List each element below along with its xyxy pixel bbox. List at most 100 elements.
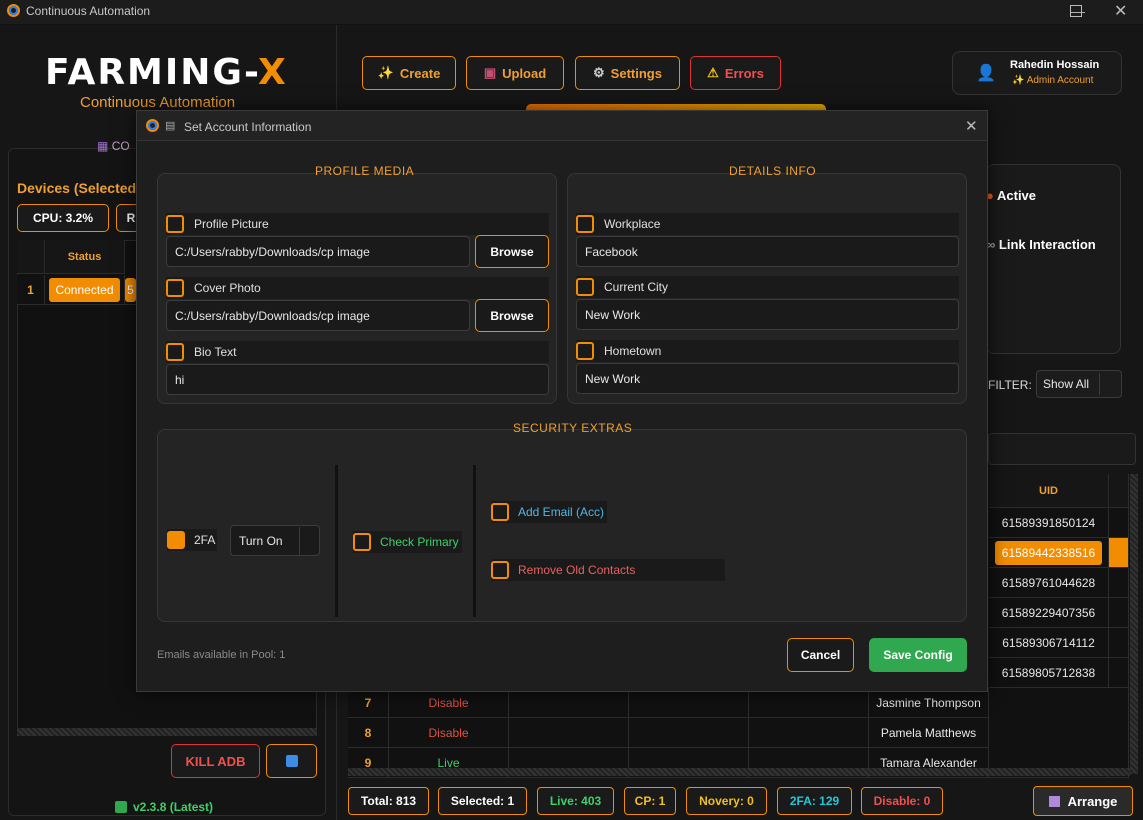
uid-cell[interactable]: 61589805712838 bbox=[989, 658, 1109, 688]
window-title: Continuous Automation bbox=[26, 4, 151, 18]
link-interaction-item[interactable]: ∞ Link Interaction bbox=[986, 237, 1096, 252]
profile-picture-checkbox[interactable] bbox=[166, 215, 184, 233]
workplace-input[interactable]: Facebook bbox=[576, 236, 959, 267]
devices-heading: Devices (Selected bbox=[17, 180, 137, 196]
workplace-checkbox[interactable] bbox=[576, 215, 594, 233]
active-item[interactable]: ● Active bbox=[986, 188, 1036, 203]
upload-icon: ▣ bbox=[483, 65, 497, 80]
uid-column-header: UID bbox=[989, 474, 1109, 508]
hometown-label: Hometown bbox=[604, 344, 662, 358]
app-logo-icon bbox=[146, 119, 159, 132]
device-row[interactable]: Connected bbox=[45, 275, 125, 305]
current-city-label: Current City bbox=[604, 280, 669, 294]
uid-cell[interactable]: 61589229407356 bbox=[989, 598, 1109, 628]
hometown-checkbox[interactable] bbox=[576, 342, 594, 360]
dialog-close-icon[interactable]: ✕ bbox=[965, 117, 978, 135]
filter-select[interactable]: Show All bbox=[1036, 370, 1122, 398]
add-email-checkbox[interactable] bbox=[491, 503, 509, 521]
cover-photo-row[interactable]: Cover Photo bbox=[166, 277, 549, 299]
extra-cell bbox=[1109, 628, 1129, 658]
check-icon bbox=[115, 801, 127, 813]
selected-stat: Selected: 1 bbox=[438, 787, 527, 815]
table-cell bbox=[749, 718, 869, 748]
vertical-scrollbar[interactable] bbox=[1130, 474, 1138, 774]
hometown-row[interactable]: Hometown bbox=[576, 340, 959, 362]
security-extras-title: SECURITY EXTRAS bbox=[513, 421, 633, 435]
workplace-row[interactable]: Workplace bbox=[576, 213, 959, 235]
twofa-select[interactable]: Turn On bbox=[230, 525, 320, 556]
refresh-button[interactable] bbox=[266, 744, 317, 778]
kill-adb-button[interactable]: KILL ADB bbox=[171, 744, 260, 778]
maximize-icon[interactable] bbox=[1070, 5, 1082, 17]
twofa-label: 2FA bbox=[194, 533, 216, 547]
profile-picture-browse-button[interactable]: Browse bbox=[475, 235, 549, 268]
divider bbox=[473, 465, 476, 617]
set-account-dialog: ▤ Set Account Information ✕ PROFILE MEDI… bbox=[136, 110, 988, 692]
extra-cell bbox=[1109, 658, 1129, 688]
check-primary-row[interactable]: Check Primary bbox=[353, 531, 462, 553]
cpu-badge: CPU: 3.2% bbox=[17, 204, 109, 232]
save-config-button[interactable]: Save Config bbox=[869, 638, 967, 672]
app-window: Continuous Automation — ✕ FARMING-X Cont… bbox=[0, 0, 1143, 820]
profile-picture-label: Profile Picture bbox=[194, 217, 269, 231]
create-button[interactable]: ✨ Create bbox=[362, 56, 456, 90]
search-input[interactable] bbox=[988, 433, 1136, 465]
remove-contacts-label: Remove Old Contacts bbox=[518, 563, 636, 577]
warning-icon: ⚠ bbox=[707, 65, 719, 80]
extra-cell bbox=[1109, 568, 1129, 598]
table-header bbox=[1109, 474, 1129, 508]
check-primary-checkbox[interactable] bbox=[353, 533, 371, 551]
novery-stat: Novery: 0 bbox=[686, 787, 767, 815]
workplace-label: Workplace bbox=[604, 217, 661, 231]
arrange-button[interactable]: Arrange bbox=[1033, 786, 1133, 816]
errors-button[interactable]: ⚠ Errors bbox=[690, 56, 781, 90]
profile-picture-path[interactable]: C:/Users/rabby/Downloads/cp image bbox=[166, 236, 470, 267]
horizontal-scrollbar[interactable] bbox=[17, 728, 317, 736]
add-email-row[interactable]: Add Email (Acc) bbox=[491, 501, 608, 523]
cancel-button[interactable]: Cancel bbox=[787, 638, 854, 672]
table-header bbox=[17, 240, 45, 274]
uid-cell[interactable]: 61589761044628 bbox=[989, 568, 1109, 598]
bio-text-row[interactable]: Bio Text bbox=[166, 341, 549, 363]
remove-contacts-row[interactable]: Remove Old Contacts bbox=[491, 559, 725, 581]
status-cell: Disable bbox=[389, 688, 509, 718]
hometown-input[interactable]: New Work bbox=[576, 363, 959, 394]
version-label: v2.3.8 (Latest) bbox=[115, 800, 213, 814]
extra-cell bbox=[1109, 508, 1129, 538]
profile-picture-row[interactable]: Profile Picture bbox=[166, 213, 549, 235]
add-email-label: Add Email (Acc) bbox=[518, 505, 605, 519]
sparkle-icon: ✨ bbox=[377, 65, 394, 80]
upload-button[interactable]: ▣ Upload bbox=[466, 56, 564, 90]
current-city-checkbox[interactable] bbox=[576, 278, 594, 296]
dialog-title: Set Account Information bbox=[184, 120, 312, 134]
uid-cell[interactable]: 61589442338516 bbox=[989, 538, 1109, 568]
bio-text-label: Bio Text bbox=[194, 345, 237, 359]
disable-stat: Disable: 0 bbox=[861, 787, 943, 815]
bio-text-checkbox[interactable] bbox=[166, 343, 184, 361]
row-index: 1 bbox=[17, 275, 45, 305]
sparkle-icon: ✨ bbox=[1012, 75, 1025, 86]
check-primary-label: Check Primary bbox=[380, 535, 459, 549]
current-city-row[interactable]: Current City bbox=[576, 276, 959, 298]
cover-photo-path[interactable]: C:/Users/rabby/Downloads/cp image bbox=[166, 300, 470, 331]
bio-text-input[interactable]: hi bbox=[166, 364, 549, 395]
remove-contacts-checkbox[interactable] bbox=[491, 561, 509, 579]
status-column-header: Status bbox=[45, 240, 125, 274]
settings-button[interactable]: ⚙ Settings bbox=[575, 56, 680, 90]
cover-photo-checkbox[interactable] bbox=[166, 279, 184, 297]
twofa-row[interactable]: 2FA bbox=[167, 529, 218, 551]
extra-cell bbox=[1109, 598, 1129, 628]
current-city-input[interactable]: New Work bbox=[576, 299, 959, 330]
status-cell: Disable bbox=[389, 718, 509, 748]
uid-cell[interactable]: 61589306714112 bbox=[989, 628, 1109, 658]
cp-stat: CP: 1 bbox=[624, 787, 676, 815]
cover-photo-browse-button[interactable]: Browse bbox=[475, 299, 549, 332]
twofa-checkbox[interactable] bbox=[167, 531, 185, 549]
uid-cell[interactable]: 61589391850124 bbox=[989, 508, 1109, 538]
name-cell: Jasmine Thompson bbox=[869, 688, 989, 718]
document-icon: ▤ bbox=[165, 120, 176, 132]
horizontal-scrollbar[interactable] bbox=[348, 768, 1130, 776]
dialog-title-bar: ▤ Set Account Information ✕ bbox=[137, 111, 987, 141]
refresh-icon bbox=[285, 755, 298, 767]
close-icon[interactable]: ✕ bbox=[1114, 1, 1127, 21]
